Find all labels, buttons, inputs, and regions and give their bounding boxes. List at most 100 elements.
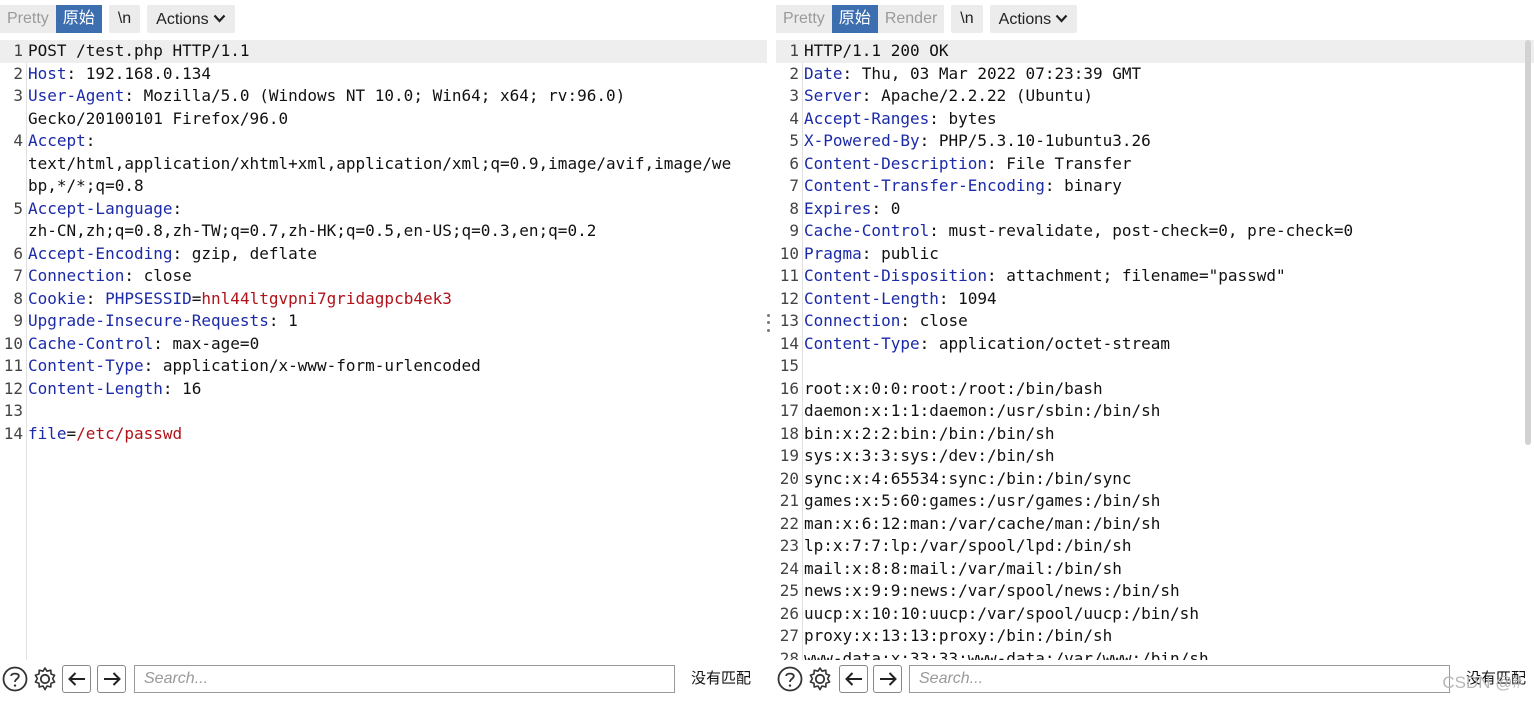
tab-raw[interactable]: 原始 bbox=[831, 5, 878, 33]
next-match-button[interactable] bbox=[97, 665, 126, 693]
previous-match-button[interactable] bbox=[62, 665, 91, 693]
line-text: Content-Length: 16 bbox=[25, 378, 201, 401]
text-segment: : application/octet-stream bbox=[919, 333, 1171, 353]
actions-button[interactable]: Actions bbox=[989, 5, 1078, 33]
arrow-left-icon bbox=[844, 672, 862, 686]
tab-render[interactable]: Render bbox=[877, 5, 945, 33]
gear-icon[interactable] bbox=[806, 665, 834, 693]
help-icon[interactable] bbox=[1, 665, 29, 693]
code-line: 12 Content-Length: 1094 bbox=[776, 288, 1534, 311]
text-segment: HTTP/1.1 200 OK bbox=[804, 41, 949, 60]
newline-toggle-button[interactable]: \n bbox=[108, 5, 141, 33]
line-number: 6 bbox=[789, 153, 799, 173]
line-text: Host: 192.168.0.134 bbox=[25, 63, 211, 86]
code-line: 6 Content-Description: File Transfer bbox=[776, 153, 1534, 176]
line-number: 7 bbox=[789, 176, 799, 195]
line-text: Cache-Control: max-age=0 bbox=[25, 333, 259, 356]
line-number bbox=[0, 220, 25, 243]
header-name: X-Powered-By bbox=[804, 131, 920, 150]
gear-icon[interactable] bbox=[31, 665, 59, 693]
newline-toggle-button[interactable]: \n bbox=[951, 5, 983, 33]
arrow-right-icon bbox=[103, 672, 121, 686]
line-number: 21 bbox=[779, 491, 799, 510]
header-name: Cache-Control bbox=[804, 221, 930, 240]
text-segment: : public bbox=[861, 243, 939, 263]
text-segment: text/html,application/xhtml+xml,applicat… bbox=[28, 153, 732, 173]
code-line: 9 Cache-Control: must-revalidate, post-ch… bbox=[776, 220, 1534, 243]
header-name: Upgrade-Insecure-Requests bbox=[28, 311, 269, 330]
tab-pretty[interactable]: Pretty bbox=[776, 5, 832, 33]
code-line: 20 sync:x:4:65534:sync:/bin:/bin/sync bbox=[776, 468, 1534, 491]
tab-pretty[interactable]: Pretty bbox=[0, 5, 56, 33]
line-number: 18 bbox=[779, 423, 799, 443]
header-name: Connection bbox=[804, 311, 901, 330]
actions-button[interactable]: Actions bbox=[147, 5, 235, 33]
text-segment: : 0 bbox=[871, 198, 901, 218]
line-number: 13 bbox=[779, 311, 799, 330]
line-text: sync:x:4:65534:sync:/bin:/bin/sync bbox=[801, 468, 1132, 491]
line-number: 3 bbox=[13, 86, 23, 105]
header-name: PHPSESSID bbox=[105, 288, 192, 308]
code-line: 10 Cache-Control: max-age=0 bbox=[0, 333, 767, 356]
pane-splitter-handle[interactable] bbox=[764, 312, 772, 334]
next-match-button[interactable] bbox=[873, 665, 902, 693]
text-segment: : bytes bbox=[929, 108, 997, 128]
request-toolbar: Pretty 原始 \n Actions bbox=[0, 5, 235, 33]
search-input[interactable] bbox=[909, 665, 1450, 693]
tab-raw[interactable]: 原始 bbox=[55, 5, 102, 33]
line-text: news:x:9:9:news:/var/spool/news:/bin/sh bbox=[801, 580, 1180, 603]
header-name: Content-Transfer-Encoding bbox=[804, 176, 1045, 195]
chevron-down-icon bbox=[213, 5, 226, 33]
text-segment: : application/x-www-form-urlencoded bbox=[143, 356, 481, 375]
text-segment: : 1 bbox=[268, 311, 298, 330]
code-line: 13 Connection: close bbox=[776, 310, 1534, 333]
line-number: 17 bbox=[779, 401, 799, 420]
code-line: 28 www-data:x:33:33:www-data:/var/www:/bi… bbox=[776, 648, 1534, 661]
line-text: sys:x:3:3:sys:/dev:/bin/sh bbox=[801, 445, 1054, 468]
line-text: Content-Type: application/octet-stream bbox=[801, 333, 1170, 356]
code-line: 13 bbox=[0, 400, 767, 423]
search-input[interactable] bbox=[134, 665, 675, 693]
line-text: Upgrade-Insecure-Requests: 1 bbox=[25, 310, 298, 333]
line-number: 1 bbox=[13, 41, 23, 60]
line-text: proxy:x:13:13:proxy:/bin:/bin/sh bbox=[801, 625, 1112, 648]
previous-match-button[interactable] bbox=[839, 665, 868, 693]
code-line: 18 bin:x:2:2:bin:/bin:/bin/sh bbox=[776, 423, 1534, 446]
text-segment: proxy:x:13:13:proxy:/bin:/bin/sh bbox=[804, 626, 1113, 645]
text-segment: man:x:6:12:man:/var/cache/man:/bin/sh bbox=[804, 513, 1161, 533]
line-text: bp,*/*;q=0.8 bbox=[25, 175, 144, 198]
text-segment: : close bbox=[124, 266, 192, 285]
text-segment: games:x:5:60:games:/usr/games:/bin/sh bbox=[804, 491, 1161, 510]
code-line: zh-CN,zh;q=0.8,zh-TW;q=0.7,zh-HK;q=0.5,e… bbox=[0, 220, 767, 243]
text-segment: : binary bbox=[1044, 176, 1122, 195]
header-name: Date bbox=[804, 63, 843, 83]
code-line: 14 Content-Type: application/octet-stream bbox=[776, 333, 1534, 356]
code-line: 7 Content-Transfer-Encoding: binary bbox=[776, 175, 1534, 198]
help-icon[interactable] bbox=[776, 665, 804, 693]
chevron-down-icon bbox=[1055, 5, 1068, 33]
line-text: uucp:x:10:10:uucp:/var/spool/uucp:/bin/s… bbox=[801, 603, 1199, 626]
line-number: 3 bbox=[789, 86, 799, 105]
line-number: 25 bbox=[779, 581, 799, 600]
code-line: 10 Pragma: public bbox=[776, 243, 1534, 266]
text-segment: : Apache/2.2.22 (Ubuntu) bbox=[861, 86, 1093, 105]
header-name: file bbox=[28, 423, 67, 443]
header-name: Content-Type bbox=[28, 356, 144, 375]
response-scrollbar[interactable] bbox=[1525, 40, 1531, 445]
line-number: 27 bbox=[779, 626, 799, 645]
response-editor[interactable]: 1 HTTP/1.1 200 OK 2 Date: Thu, 03 Mar 2022 … bbox=[776, 40, 1534, 660]
line-text: Cookie: PHPSESSID=hnl44ltgvpni7gridagpcb… bbox=[25, 288, 452, 311]
line-number: 10 bbox=[3, 333, 23, 353]
code-line: 1 HTTP/1.1 200 OK bbox=[776, 40, 1534, 63]
text-segment: uucp:x:10:10:uucp:/var/spool/uucp:/bin/s… bbox=[804, 603, 1199, 623]
text-segment: www-data:x:33:33:www-data:/var/www:/bin/… bbox=[804, 648, 1209, 661]
line-text: Content-Length: 1094 bbox=[801, 288, 997, 311]
request-editor[interactable]: 1 POST /test.php HTTP/1.1 2 Host: 192.168.0… bbox=[0, 40, 767, 660]
line-text: www-data:x:33:33:www-data:/var/www:/bin/… bbox=[801, 648, 1209, 661]
line-text: text/html,application/xhtml+xml,applicat… bbox=[25, 153, 731, 176]
text-segment: POST /test.php HTTP/1.1 bbox=[28, 41, 250, 60]
code-line: 27 proxy:x:13:13:proxy:/bin:/bin/sh bbox=[776, 625, 1534, 648]
line-number bbox=[0, 108, 25, 131]
line-number: 8 bbox=[789, 198, 799, 218]
text-segment: mail:x:8:8:mail:/var/mail:/bin/sh bbox=[804, 558, 1122, 578]
